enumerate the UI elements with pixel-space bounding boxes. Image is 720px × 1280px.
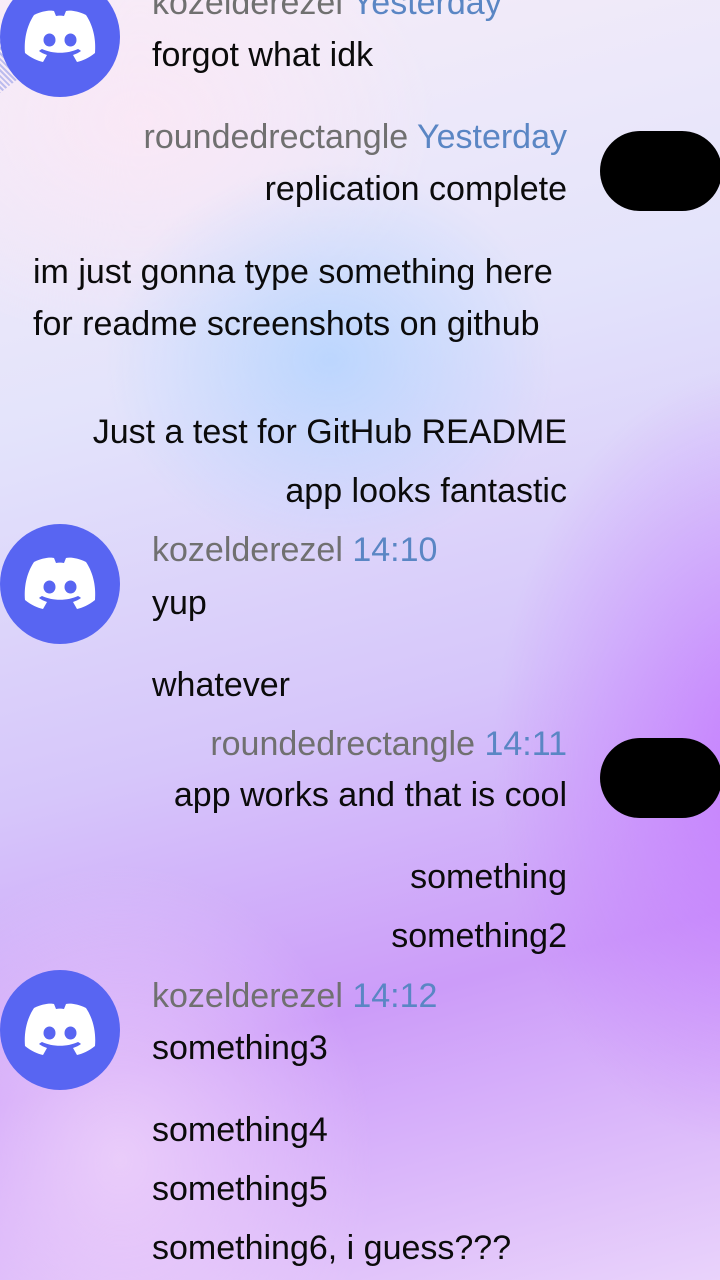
avatar-roundedrectangle[interactable] xyxy=(600,131,720,211)
message-header: kozelderezel 14:12 xyxy=(152,971,437,1022)
avatar-kozelderezel[interactable] xyxy=(0,970,120,1090)
avatar-roundedrectangle[interactable] xyxy=(600,738,720,818)
message-text: something xyxy=(410,858,567,896)
message-text: yup xyxy=(152,584,207,622)
username[interactable]: kozelderezel xyxy=(152,977,343,1015)
avatar-kozelderezel[interactable] xyxy=(0,524,120,644)
timestamp: 14:11 xyxy=(484,725,567,763)
message-text: app works and that is cool xyxy=(173,776,567,814)
username[interactable]: kozelderezel xyxy=(152,0,343,22)
message-header: kozelderezel 14:10 xyxy=(152,525,437,576)
message-text: im just gonna type something here for re… xyxy=(33,253,553,343)
timestamp: 14:12 xyxy=(352,977,438,1015)
timestamp: Yesterday xyxy=(417,118,567,156)
username[interactable]: kozelderezel xyxy=(152,531,343,569)
timestamp: Yesterday xyxy=(351,0,502,22)
message-text: whatever xyxy=(152,666,290,704)
message-text: something2 xyxy=(391,917,567,955)
message-header: roundedrectangle Yesterday xyxy=(144,112,567,163)
username[interactable]: roundedrectangle xyxy=(210,725,475,763)
discord-logo-icon xyxy=(24,1003,96,1055)
message-text: replication complete xyxy=(264,170,567,208)
message-text: something3 xyxy=(152,1029,328,1067)
discord-logo-icon xyxy=(24,10,96,62)
message-text: app looks fantastic xyxy=(285,472,567,510)
username[interactable]: roundedrectangle xyxy=(144,118,409,156)
chat-screen: kozelderezel Yesterday forgot what idk r… xyxy=(0,0,720,1280)
timestamp: 14:10 xyxy=(352,531,438,569)
message-text: Just a test for GitHub README xyxy=(92,413,567,451)
avatar-kozelderezel[interactable] xyxy=(0,0,120,97)
message-text: forgot what idk xyxy=(152,36,374,74)
message-text: something6, i guess??? xyxy=(152,1229,512,1267)
message-header: roundedrectangle 14:11 xyxy=(210,719,567,770)
message-text: something4 xyxy=(152,1111,328,1149)
message-text: something5 xyxy=(152,1170,328,1208)
message-header: kozelderezel Yesterday xyxy=(152,0,502,29)
discord-logo-icon xyxy=(24,557,96,609)
